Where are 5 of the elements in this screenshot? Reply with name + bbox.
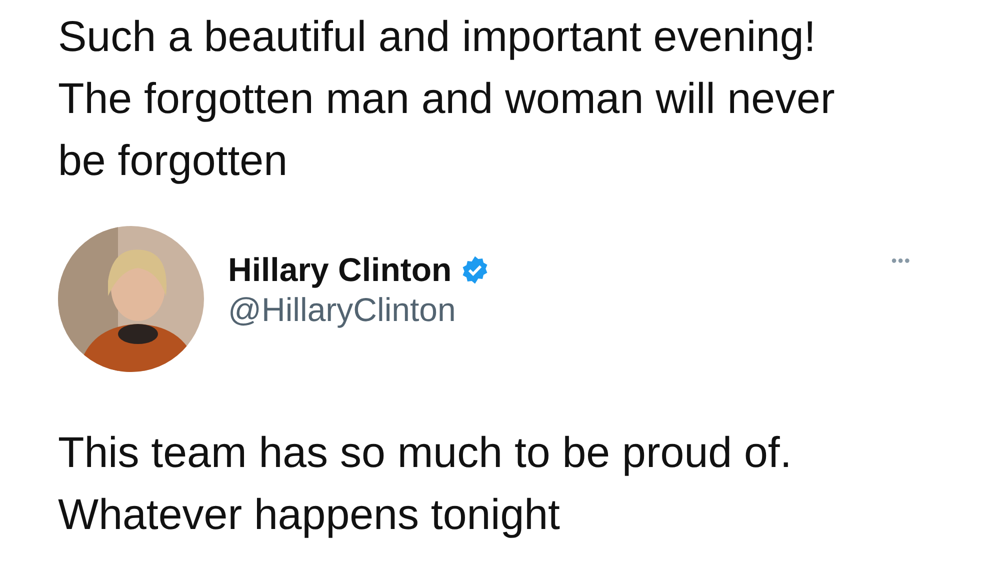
- author-name: Hillary Clinton: [228, 250, 452, 290]
- tweet-text: This team has so much to be proud of. Whatever happens tonight: [58, 428, 793, 541]
- author-handle: @HillaryClinton: [228, 290, 457, 330]
- more-options-button[interactable]: •••: [891, 250, 911, 274]
- quoted-tweet-text: Such a beautiful and important evening! The forgotten man and woman will never be forgotten: [58, 12, 836, 187]
